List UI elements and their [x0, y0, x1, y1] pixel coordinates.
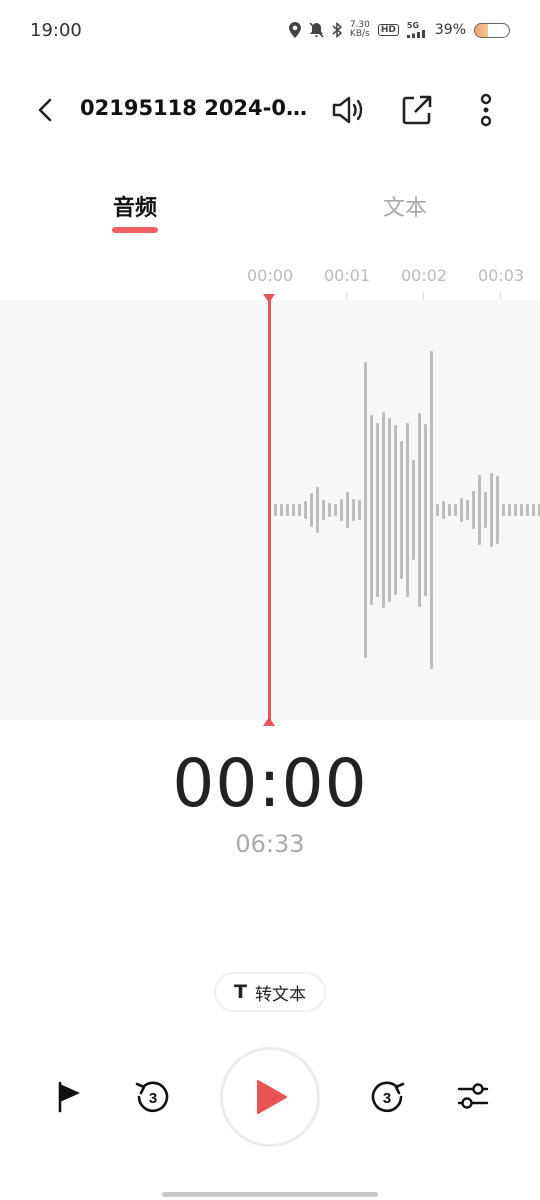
home-indicator[interactable] [162, 1192, 378, 1197]
waveform-bar [388, 418, 391, 602]
transcribe-label: 转文本 [254, 984, 306, 1005]
ruler-tick-label: 00:01 [324, 266, 371, 285]
waveform-bar [394, 425, 397, 595]
tab-text[interactable]: 文本 [383, 190, 427, 222]
speaker-icon[interactable] [328, 90, 368, 130]
waveform-bar [340, 499, 343, 521]
waveform-bar [370, 415, 373, 605]
forward-3s-icon[interactable]: 3 [365, 1074, 409, 1118]
waveform-bar [508, 504, 511, 516]
status-icons: 7.30 KB/s HD 5G 39% [288, 21, 510, 39]
equalizer-icon[interactable] [451, 1074, 495, 1118]
waveform-bar [274, 504, 277, 516]
playhead[interactable] [268, 296, 271, 724]
battery-fill [475, 23, 489, 37]
location-icon [288, 22, 301, 38]
ruler-tick-label: 00:03 [478, 266, 525, 285]
play-button[interactable] [220, 1047, 320, 1147]
waveform-bar [322, 500, 325, 520]
rewind-3s-icon[interactable]: 3 [131, 1074, 175, 1118]
bluetooth-icon [332, 22, 342, 38]
network-speed: 7.30 KB/s [350, 21, 370, 39]
rewind-seconds: 3 [149, 1090, 157, 1107]
waveform-bar [490, 473, 493, 547]
forward-seconds: 3 [383, 1090, 391, 1107]
ruler-tick [423, 292, 424, 300]
hd-badge: HD [377, 24, 399, 36]
play-icon [257, 1080, 287, 1114]
waveform-bar [520, 504, 523, 516]
tab-audio[interactable]: 音频 [113, 190, 157, 222]
waveform-bar [304, 501, 307, 519]
waveform-bar [298, 504, 301, 516]
waveform-bar [514, 504, 517, 516]
waveform-bar [454, 504, 457, 516]
waveform-bar [292, 504, 295, 516]
waveform-bar [400, 441, 403, 579]
waveform-bar [532, 504, 535, 516]
waveform-bar [376, 423, 379, 597]
waveform-bar [472, 491, 475, 529]
back-icon[interactable] [30, 94, 62, 126]
flag-icon[interactable] [47, 1074, 91, 1118]
waveform-bar [358, 500, 361, 520]
tab-bar: 音频 文本 [0, 190, 540, 240]
mute-icon [309, 22, 324, 38]
waveform-bar [418, 413, 421, 607]
speed-unit: KB/s [349, 29, 370, 39]
text-icon: T [234, 981, 247, 1003]
current-time: 00:00 [172, 745, 368, 822]
status-bar: 19:00 7.30 KB/s HD 5G 39% [0, 0, 540, 60]
waveform-bar [424, 424, 427, 596]
waveform-bar [328, 503, 331, 517]
waveform-bar [286, 504, 289, 516]
waveform-bar [364, 362, 367, 658]
waveform-bar [346, 492, 349, 528]
waveform-bar [442, 501, 445, 519]
waveform-bar [430, 351, 433, 669]
total-duration: 06:33 [235, 830, 305, 858]
waveform-bar [526, 504, 529, 516]
playback-controls: 3 3 [0, 1045, 540, 1149]
waveform-bar [460, 498, 463, 522]
waveform-bar [406, 423, 409, 597]
network-type: 5G [406, 21, 420, 30]
waveform-bar [448, 504, 451, 516]
ruler-tick [346, 292, 347, 300]
more-options-icon[interactable] [466, 90, 506, 130]
waveform-bar [484, 492, 487, 528]
header: 02195118 2024-08... [0, 80, 540, 142]
waveform-bar [310, 493, 313, 527]
waveform-bar [316, 487, 319, 533]
ruler-tick-label: 00:00 [247, 266, 294, 285]
ruler-tick-label: 00:02 [401, 266, 448, 285]
waveform-bar [382, 412, 385, 608]
waveform-bar [478, 475, 481, 545]
battery-percent: 39% [434, 22, 466, 38]
waveform-bar [496, 476, 499, 544]
playhead-bottom-marker [263, 717, 275, 726]
waveform-bar [466, 500, 469, 520]
battery-icon [474, 22, 510, 38]
signal-indicator: 5G [406, 21, 427, 38]
ruler-tick [500, 292, 501, 300]
playhead-top-marker [263, 294, 275, 303]
waveform-bar [436, 504, 439, 516]
waveform-bar [352, 499, 355, 521]
transcribe-button[interactable]: T 转文本 [214, 972, 326, 1012]
share-icon[interactable] [397, 90, 437, 130]
waveform-bar [502, 504, 505, 516]
waveform-bar [334, 504, 337, 516]
status-time: 19:00 [30, 19, 82, 41]
tab-active-indicator [112, 227, 158, 233]
signal-icon [406, 30, 425, 38]
waveform-bar [412, 460, 415, 560]
waveform-bar [280, 504, 283, 516]
recording-title: 02195118 2024-08... [80, 96, 320, 120]
